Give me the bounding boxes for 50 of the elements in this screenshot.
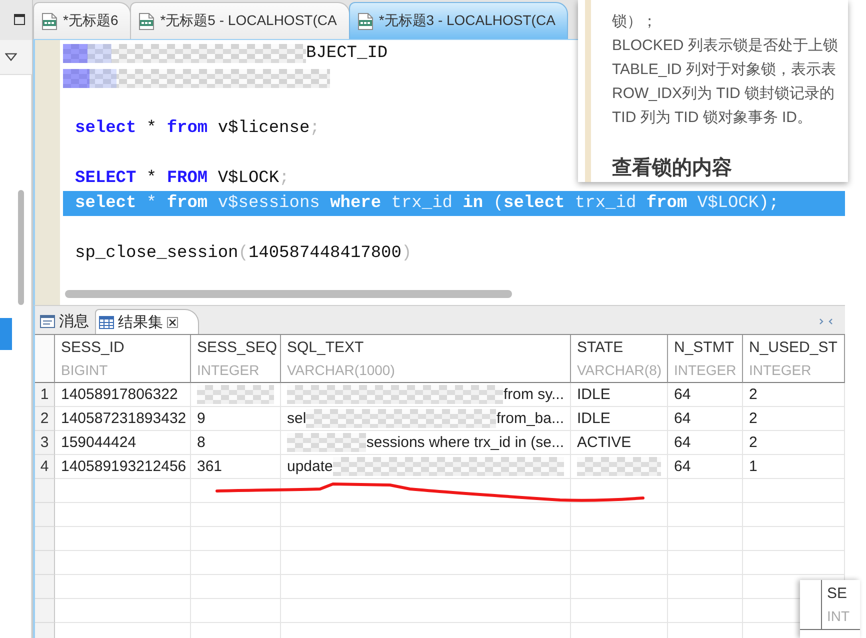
doc-text: TID 列为 TID 锁对象事务 ID。 bbox=[612, 108, 812, 128]
column-type: INTEGER bbox=[197, 360, 260, 378]
column-type: INTEGER bbox=[674, 360, 736, 378]
table-cell: 361 bbox=[191, 455, 281, 479]
column-name: SESS_SEQ bbox=[197, 338, 274, 356]
column-name: SE bbox=[827, 584, 848, 602]
table-cell: ACTIVE bbox=[571, 431, 668, 455]
row-number: 3 bbox=[35, 431, 55, 455]
table-cell: 64 bbox=[668, 431, 743, 455]
column-name: N_STMT bbox=[674, 338, 735, 356]
table-cell: 2 bbox=[743, 407, 845, 431]
table-cell: 64 bbox=[668, 383, 743, 407]
code-line: select * from v$license; bbox=[74, 118, 320, 140]
table-cell: 2 bbox=[743, 383, 845, 407]
column-type: INTEGER bbox=[749, 360, 812, 378]
row-number: 4 bbox=[35, 455, 55, 479]
column-type: INT bbox=[827, 606, 851, 624]
column-type: VARCHAR(1000) bbox=[287, 360, 396, 378]
table-cell: IDLE bbox=[571, 407, 668, 431]
column-type: VARCHAR(8) bbox=[577, 360, 661, 378]
table-cell: 140587231893432 bbox=[55, 407, 191, 431]
cell-text: sessions where trx_id in (se... bbox=[366, 433, 564, 453]
table-cell: 14058917806322 bbox=[55, 383, 191, 407]
doc-text: ROW_IDX列为 TID 锁封锁记录的 bbox=[612, 84, 835, 104]
table-cell: 64 bbox=[668, 455, 743, 479]
table-cell: 1 bbox=[743, 455, 845, 479]
column-name: SESS_ID bbox=[61, 338, 126, 356]
column-name: STATE bbox=[577, 338, 624, 356]
column-name: N_USED_ST bbox=[749, 338, 838, 356]
doc-text: 锁）； bbox=[612, 12, 657, 32]
column-type: BIGINT bbox=[61, 360, 109, 378]
cell-text: from sy... bbox=[503, 385, 564, 405]
doc-text: TABLE_ID 列对于对象锁，表示表 bbox=[612, 60, 836, 80]
row-number: 1 bbox=[35, 383, 55, 407]
code-line: sp_close_session(140587448417800) bbox=[74, 243, 412, 265]
code-line: SELECT * FROM V$LOCK; bbox=[74, 168, 290, 190]
table-cell: 140589193212456 bbox=[55, 455, 191, 479]
table-cell: 8 bbox=[191, 431, 281, 455]
table-cell: 159044424 bbox=[55, 431, 191, 455]
column-name: SQL_TEXT bbox=[287, 338, 365, 356]
cell-text: update bbox=[287, 457, 333, 477]
doc-heading: 查看锁的内容 bbox=[612, 156, 732, 181]
cell-text: from_ba... bbox=[496, 409, 564, 429]
cell-text: sel bbox=[287, 409, 306, 429]
table-cell: 64 bbox=[668, 407, 743, 431]
table-cell: 9 bbox=[191, 407, 281, 431]
table-cell: IDLE bbox=[571, 383, 668, 407]
row-number: 2 bbox=[35, 407, 55, 431]
table-cell: 2 bbox=[743, 431, 845, 455]
code-text: BJECT_ID bbox=[306, 43, 388, 65]
